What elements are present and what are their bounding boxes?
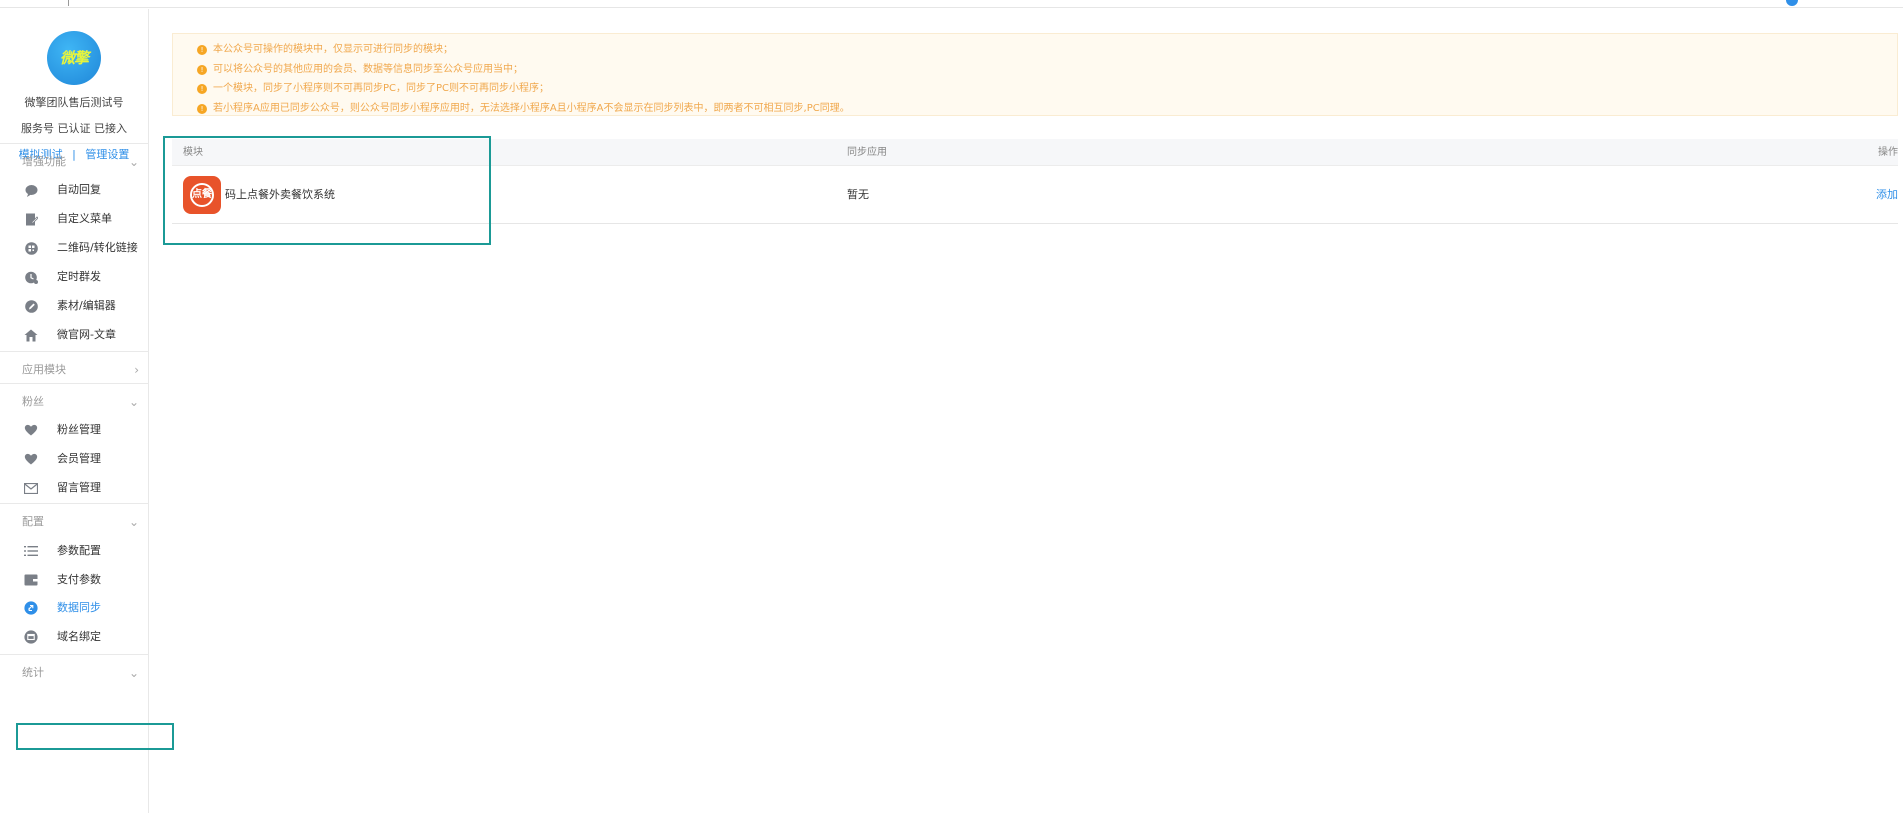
sidebar-item-label: 自动回复	[57, 183, 101, 196]
sync-app-value: 暂无	[847, 188, 869, 201]
notice-text: 本公众号可操作的模块中，仅显示可进行同步的模块；	[213, 44, 453, 55]
logo-text: 微擎	[59, 49, 89, 67]
column-header-sync-app: 同步应用	[847, 147, 887, 158]
section-title: 应用模块	[22, 363, 66, 376]
dining-app-icon: 点餐	[183, 176, 221, 214]
sidebar-item-label: 自定义菜单	[57, 212, 112, 225]
notice-text: 一个模块，同步了小程序则不可再同步PC，同步了PC则不可再同步小程序；	[213, 83, 550, 94]
notice-line: ! 一个模块，同步了小程序则不可再同步PC，同步了PC则不可再同步小程序；	[197, 79, 1873, 99]
edit-menu-icon	[24, 212, 38, 226]
sidebar-item-fans-manage[interactable]: 粉丝管理	[0, 414, 149, 446]
sidebar-item-member-manage[interactable]: 会员管理	[0, 443, 149, 475]
sidebar-item-label: 二维码/转化链接	[57, 241, 138, 254]
notice-line: ! 可以将公众号的其他应用的会员、数据等信息同步至公众号应用当中；	[197, 60, 1873, 80]
app-icon-text: 点餐	[190, 183, 214, 207]
sidebar-item-data-sync[interactable]: 数据同步	[0, 592, 149, 624]
sidebar-item-label: 会员管理	[57, 452, 101, 465]
heart-icon	[24, 423, 38, 437]
sidebar: 微擎 微擎团队售后测试号 服务号 已认证 已接入 模拟测试 | 管理设置 增强功…	[0, 9, 149, 813]
list-icon	[24, 544, 38, 558]
notice-line: ! 若小程序A应用已同步公众号，则公众号同步小程序应用时，无法选择小程序A且小程…	[197, 99, 1873, 119]
section-app-modules[interactable]: 应用模块 ›	[0, 351, 149, 387]
domain-icon	[24, 630, 38, 644]
sidebar-item-label: 数据同步	[57, 601, 101, 614]
user-avatar-icon[interactable]	[1786, 0, 1798, 6]
sidebar-item-message-manage[interactable]: 留言管理	[0, 472, 149, 504]
top-bar	[0, 0, 1903, 8]
section-title: 统计	[22, 666, 44, 679]
section-title: 配置	[22, 515, 44, 528]
module-name: 码上点餐外卖餐饮系统	[225, 188, 335, 201]
sidebar-item-label: 留言管理	[57, 481, 101, 494]
section-title: 增强功能	[22, 155, 66, 168]
account-card: 微擎 微擎团队售后测试号 服务号 已认证 已接入 模拟测试 | 管理设置	[0, 9, 148, 163]
notice-text: 可以将公众号的其他应用的会员、数据等信息同步至公众号应用当中；	[213, 63, 523, 75]
pencil-icon	[24, 299, 38, 313]
mail-icon	[24, 481, 38, 495]
notice-box: ! 本公众号可操作的模块中，仅显示可进行同步的模块； ! 可以将公众号的其他应用…	[172, 33, 1898, 116]
clock-send-icon	[24, 270, 38, 284]
account-status: 服务号 已认证 已接入	[21, 122, 127, 135]
section-title: 粉丝	[22, 395, 44, 408]
sidebar-item-material-editor[interactable]: 素材/编辑器	[0, 290, 149, 322]
sync-module-table: 模块 同步应用 操作 点餐 码上点餐外卖餐饮系统 暂无 添加	[172, 139, 1898, 224]
wallet-icon	[24, 573, 38, 587]
qrcode-icon	[24, 241, 38, 255]
sidebar-item-custom-menu[interactable]: 自定义菜单	[0, 203, 149, 235]
column-header-action: 操作	[1878, 147, 1898, 158]
sidebar-item-label: 支付参数	[57, 573, 101, 586]
section-stats[interactable]: 统计 ⌄	[0, 654, 149, 690]
sidebar-item-micro-site[interactable]: 微官网-文章	[0, 319, 149, 351]
sidebar-item-auto-reply[interactable]: 自动回复	[0, 174, 149, 206]
chat-bubble-icon	[24, 183, 38, 197]
sidebar-item-label: 微官网-文章	[57, 328, 116, 341]
info-icon: !	[197, 45, 207, 55]
column-header-module: 模块	[183, 147, 203, 158]
sidebar-item-label: 粉丝管理	[57, 423, 101, 436]
sidebar-item-label: 定时群发	[57, 270, 101, 283]
home-icon	[24, 328, 38, 342]
chevron-down-icon: ⌄	[128, 666, 139, 680]
account-logo: 微擎	[47, 31, 101, 85]
notice-text: 若小程序A应用已同步公众号，则公众号同步小程序应用时，无法选择小程序A且小程序A…	[213, 102, 850, 114]
table-row: 点餐 码上点餐外卖餐饮系统 暂无 添加	[172, 166, 1898, 224]
sidebar-item-label: 域名绑定	[57, 630, 101, 643]
sidebar-item-label: 参数配置	[57, 544, 101, 557]
notice-line: ! 本公众号可操作的模块中，仅显示可进行同步的模块；	[197, 40, 1873, 60]
top-divider	[68, 0, 69, 6]
sidebar-item-params-config[interactable]: 参数配置	[0, 535, 149, 567]
sidebar-item-label: 素材/编辑器	[57, 299, 116, 312]
sidebar-item-qrcode[interactable]: 二维码/转化链接	[0, 232, 149, 264]
section-config[interactable]: 配置 ⌄	[0, 503, 149, 539]
sidebar-item-scheduled-send[interactable]: 定时群发	[0, 261, 149, 293]
info-icon: !	[197, 103, 207, 114]
heart-icon	[24, 452, 38, 466]
sync-icon	[24, 601, 38, 615]
info-icon: !	[197, 64, 207, 75]
info-icon: !	[197, 84, 207, 94]
add-sync-link[interactable]: 添加	[1876, 166, 1898, 224]
account-name: 微擎团队售后测试号	[24, 96, 124, 109]
table-header: 模块 同步应用 操作	[172, 139, 1898, 166]
sidebar-item-domain-binding[interactable]: 域名绑定	[0, 621, 149, 653]
